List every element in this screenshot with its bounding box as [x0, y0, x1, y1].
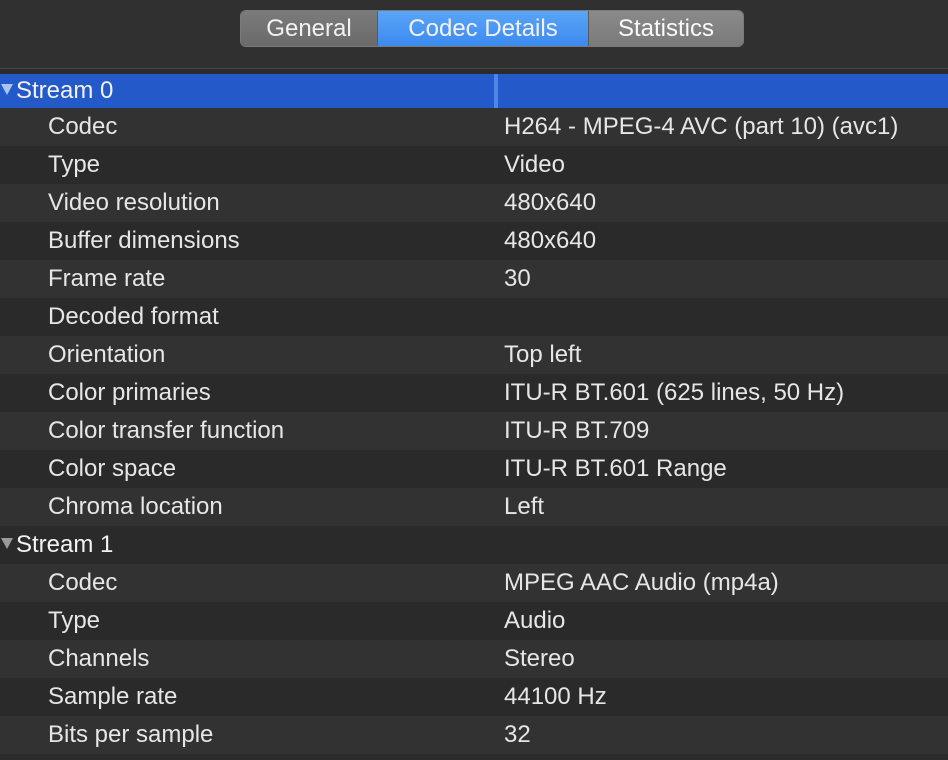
property-key: Decoded format — [48, 303, 219, 330]
property-value: 44100 Hz — [504, 683, 607, 710]
property-row[interactable]: Type Video — [0, 146, 948, 184]
property-row[interactable]: Color space ITU-R BT.601 Range — [0, 450, 948, 488]
codec-details-outline: Stream 0 Codec H264 - MPEG-4 AVC (part 1… — [0, 74, 948, 754]
property-key: Video resolution — [48, 189, 220, 216]
property-row[interactable]: Orientation Top left — [0, 336, 948, 374]
property-key: Type — [48, 151, 101, 178]
property-key: Sample rate — [48, 683, 178, 710]
property-value: MPEG AAC Audio (mp4a) — [504, 569, 779, 596]
property-value: ITU-R BT.601 Range — [504, 455, 727, 482]
disclosure-triangle-icon[interactable] — [1, 538, 13, 549]
property-row[interactable]: Codec MPEG AAC Audio (mp4a) — [0, 564, 948, 602]
property-row[interactable]: Color transfer function ITU-R BT.709 — [0, 412, 948, 450]
property-key: Codec — [48, 569, 118, 596]
property-key: Type — [48, 607, 101, 634]
property-key: Orientation — [48, 341, 166, 368]
tab-codec-details[interactable]: Codec Details — [378, 11, 589, 46]
property-value: 480x640 — [504, 189, 597, 216]
toolbar: General Codec Details Statistics — [0, 0, 948, 69]
property-key: Color transfer function — [48, 417, 285, 444]
property-key: Bits per sample — [48, 721, 214, 748]
property-row[interactable]: Bits per sample 32 — [0, 716, 948, 754]
stream-0-header[interactable]: Stream 0 — [0, 74, 948, 108]
property-value: Left — [504, 493, 545, 520]
tab-segmented-control: General Codec Details Statistics — [240, 10, 744, 47]
tab-statistics[interactable]: Statistics — [589, 11, 743, 46]
property-value: H264 - MPEG-4 AVC (part 10) (avc1) — [504, 113, 899, 140]
property-value: Top left — [504, 341, 582, 368]
property-value: Stereo — [504, 645, 575, 672]
property-row[interactable]: Chroma location Left — [0, 488, 948, 526]
tab-general[interactable]: General — [241, 11, 378, 46]
property-row[interactable]: Codec H264 - MPEG-4 AVC (part 10) (avc1) — [0, 108, 948, 146]
property-key: Frame rate — [48, 265, 166, 292]
property-row[interactable]: Channels Stereo — [0, 640, 948, 678]
property-row[interactable]: Frame rate 30 — [0, 260, 948, 298]
property-value: 30 — [504, 265, 531, 292]
property-key: Buffer dimensions — [48, 227, 240, 254]
property-value: ITU-R BT.601 (625 lines, 50 Hz) — [504, 379, 845, 406]
stream-label: Stream 1 — [16, 531, 114, 558]
property-row[interactable]: Sample rate 44100 Hz — [0, 678, 948, 716]
disclosure-triangle-icon[interactable] — [1, 84, 13, 95]
property-key: Codec — [48, 113, 118, 140]
property-row[interactable]: Decoded format — [0, 298, 948, 336]
property-key: Channels — [48, 645, 150, 672]
stream-label: Stream 0 — [16, 77, 114, 104]
property-key: Color primaries — [48, 379, 211, 406]
property-row[interactable]: Buffer dimensions 480x640 — [0, 222, 948, 260]
property-key: Chroma location — [48, 493, 223, 520]
property-key: Color space — [48, 455, 177, 482]
property-value: 32 — [504, 721, 531, 748]
property-value: Video — [504, 151, 565, 178]
property-row[interactable]: Type Audio — [0, 602, 948, 640]
property-value: 480x640 — [504, 227, 597, 254]
property-value: Audio — [504, 607, 566, 634]
property-row[interactable]: Video resolution 480x640 — [0, 184, 948, 222]
stream-1-header[interactable]: Stream 1 — [0, 526, 948, 564]
property-row[interactable]: Color primaries ITU-R BT.601 (625 lines,… — [0, 374, 948, 412]
property-value: ITU-R BT.709 — [504, 417, 650, 444]
